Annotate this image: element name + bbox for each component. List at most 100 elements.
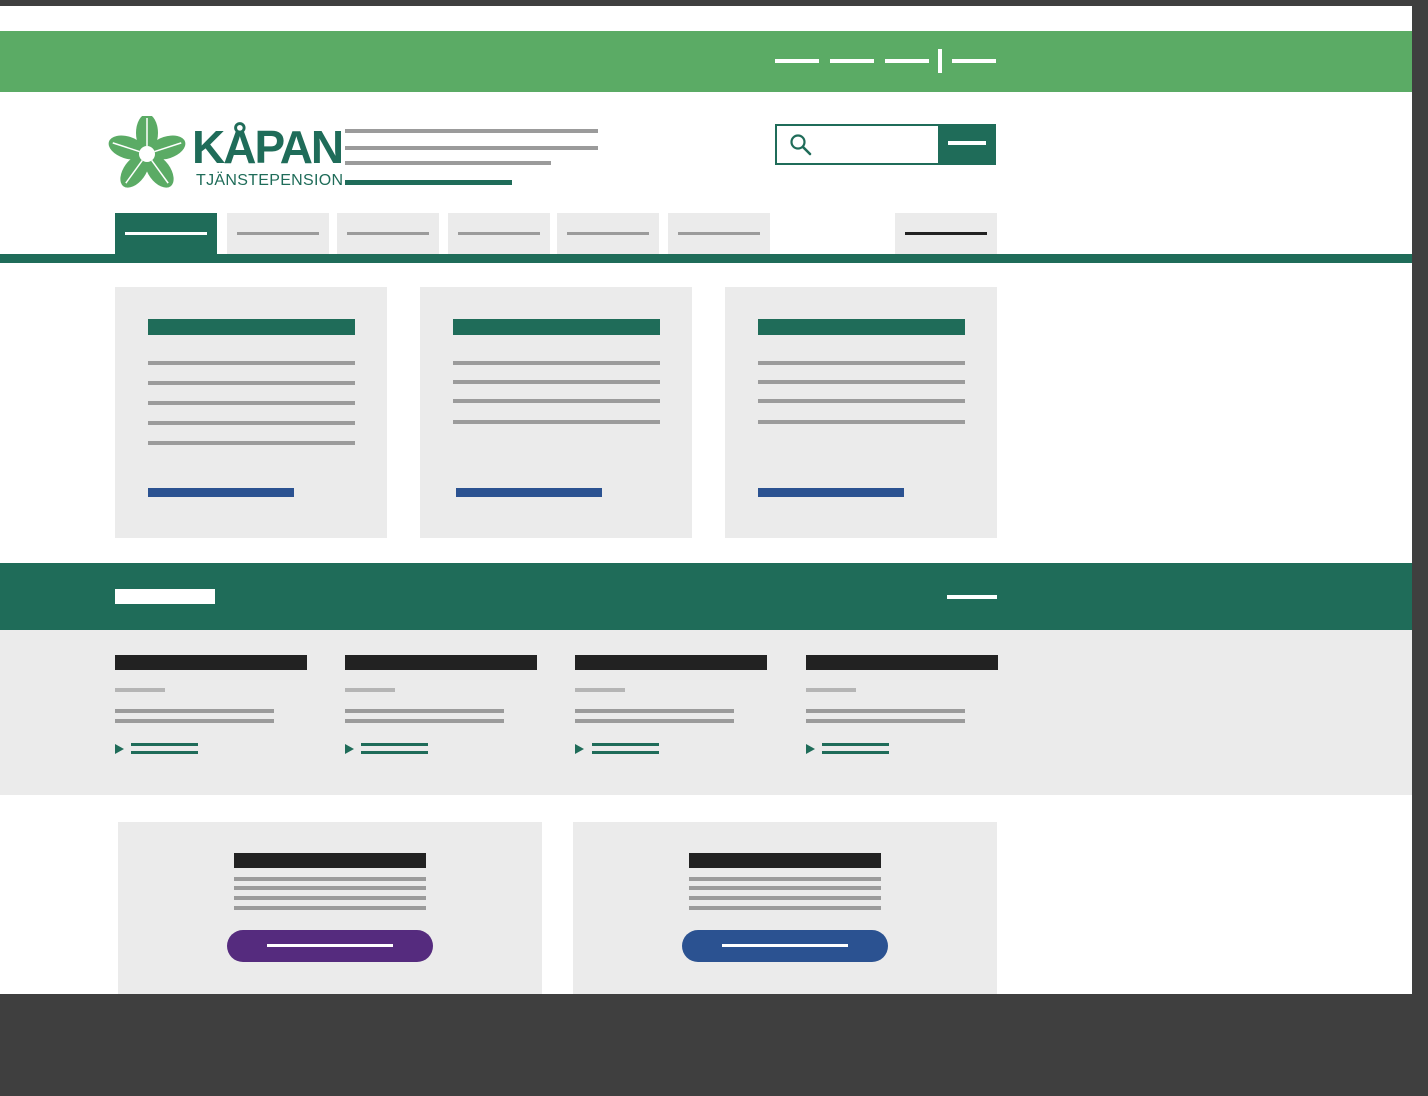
card-text-line bbox=[453, 420, 660, 424]
card-read-more-link[interactable] bbox=[456, 488, 602, 497]
nav-tab-label bbox=[125, 232, 207, 235]
card-heading[interactable] bbox=[148, 319, 355, 335]
nav-tab-label bbox=[678, 232, 760, 235]
utility-link-2[interactable] bbox=[830, 59, 874, 63]
card-text-line bbox=[148, 421, 355, 425]
card-text-line bbox=[148, 441, 355, 445]
news-section-header bbox=[0, 563, 1412, 630]
utility-separator bbox=[938, 49, 942, 73]
card-read-more-link[interactable] bbox=[758, 488, 904, 497]
header-intro-line bbox=[345, 161, 551, 165]
utility-link-1[interactable] bbox=[775, 59, 819, 63]
nav-tab-5[interactable] bbox=[557, 213, 659, 254]
news-section-title bbox=[115, 589, 215, 604]
news-text-line bbox=[575, 719, 734, 723]
news-text-line bbox=[806, 719, 965, 723]
card-heading[interactable] bbox=[453, 319, 660, 335]
nav-login-label bbox=[905, 232, 987, 235]
nav-tab-1[interactable] bbox=[115, 213, 217, 254]
search-button-label bbox=[948, 141, 986, 145]
utility-link-4[interactable] bbox=[952, 59, 996, 63]
news-list bbox=[0, 630, 1412, 795]
news-date bbox=[115, 688, 165, 692]
news-read-link[interactable] bbox=[361, 751, 428, 754]
promo-cta-label bbox=[722, 944, 848, 947]
search-box[interactable] bbox=[775, 124, 996, 165]
news-headline[interactable] bbox=[806, 655, 998, 670]
news-read-link[interactable] bbox=[361, 743, 428, 746]
news-headline[interactable] bbox=[345, 655, 537, 670]
card-text-line bbox=[148, 361, 355, 365]
news-text-line bbox=[806, 709, 965, 713]
triangle-right-icon bbox=[345, 744, 354, 754]
news-read-link[interactable] bbox=[592, 751, 659, 754]
promo-cta-button[interactable] bbox=[227, 930, 433, 962]
news-read-link[interactable] bbox=[822, 743, 889, 746]
nav-login-tab[interactable] bbox=[895, 213, 997, 254]
nav-tab-6[interactable] bbox=[668, 213, 770, 254]
promo-box bbox=[573, 822, 997, 994]
news-date bbox=[575, 688, 625, 692]
card-read-more-link[interactable] bbox=[148, 488, 294, 497]
news-text-line bbox=[115, 709, 274, 713]
top-utility-bar bbox=[0, 31, 1412, 92]
triangle-right-icon bbox=[806, 744, 815, 754]
nav-tab-3[interactable] bbox=[337, 213, 439, 254]
promo-cta-button[interactable] bbox=[682, 930, 888, 962]
nav-tab-label bbox=[458, 232, 540, 235]
promo-heading bbox=[689, 853, 881, 868]
promo-heading bbox=[234, 853, 426, 868]
news-text-line bbox=[345, 719, 504, 723]
feature-card bbox=[725, 287, 997, 538]
nav-divider bbox=[0, 254, 1412, 263]
card-heading[interactable] bbox=[758, 319, 965, 335]
card-text-line bbox=[148, 401, 355, 405]
news-date bbox=[345, 688, 395, 692]
news-text-line bbox=[575, 709, 734, 713]
nav-tab-4[interactable] bbox=[448, 213, 550, 254]
news-read-link[interactable] bbox=[592, 743, 659, 746]
header-intro-link[interactable] bbox=[345, 180, 512, 185]
news-headline[interactable] bbox=[115, 655, 307, 670]
website-wireframe: KÅPAN TJÄNSTEPENSION bbox=[0, 6, 1412, 994]
card-text-line bbox=[453, 380, 660, 384]
promo-cta-label bbox=[267, 944, 393, 947]
triangle-right-icon bbox=[115, 744, 124, 754]
card-text-line bbox=[758, 420, 965, 424]
kapan-logo[interactable]: KÅPAN TJÄNSTEPENSION bbox=[106, 116, 344, 198]
promo-text-line bbox=[689, 906, 881, 910]
feature-card bbox=[420, 287, 692, 538]
feature-card bbox=[115, 287, 387, 538]
logo-wordmark: KÅPAN bbox=[192, 121, 344, 173]
utility-link-3[interactable] bbox=[885, 59, 929, 63]
promo-box bbox=[118, 822, 542, 994]
header-intro-line bbox=[345, 146, 598, 150]
promo-text-line bbox=[234, 877, 426, 881]
news-see-all-link[interactable] bbox=[947, 595, 997, 599]
header-intro-line bbox=[345, 129, 598, 133]
news-headline[interactable] bbox=[575, 655, 767, 670]
nav-tab-label bbox=[567, 232, 649, 235]
news-read-link[interactable] bbox=[131, 751, 198, 754]
promo-text-line bbox=[689, 886, 881, 890]
flower-logo-icon bbox=[108, 116, 186, 188]
card-text-line bbox=[758, 399, 965, 403]
card-text-line bbox=[453, 361, 660, 365]
card-text-line bbox=[453, 399, 660, 403]
nav-tab-label bbox=[347, 232, 429, 235]
magnifier-icon bbox=[790, 134, 812, 156]
news-text-line bbox=[345, 709, 504, 713]
nav-tab-label bbox=[237, 232, 319, 235]
promo-text-line bbox=[689, 896, 881, 900]
search-button[interactable] bbox=[938, 124, 996, 165]
promo-text-line bbox=[234, 906, 426, 910]
nav-tab-2[interactable] bbox=[227, 213, 329, 254]
news-date bbox=[806, 688, 856, 692]
promo-text-line bbox=[234, 886, 426, 890]
triangle-right-icon bbox=[575, 744, 584, 754]
promo-text-line bbox=[689, 877, 881, 881]
card-text-line bbox=[758, 361, 965, 365]
card-text-line bbox=[758, 380, 965, 384]
news-read-link[interactable] bbox=[131, 743, 198, 746]
news-read-link[interactable] bbox=[822, 751, 889, 754]
